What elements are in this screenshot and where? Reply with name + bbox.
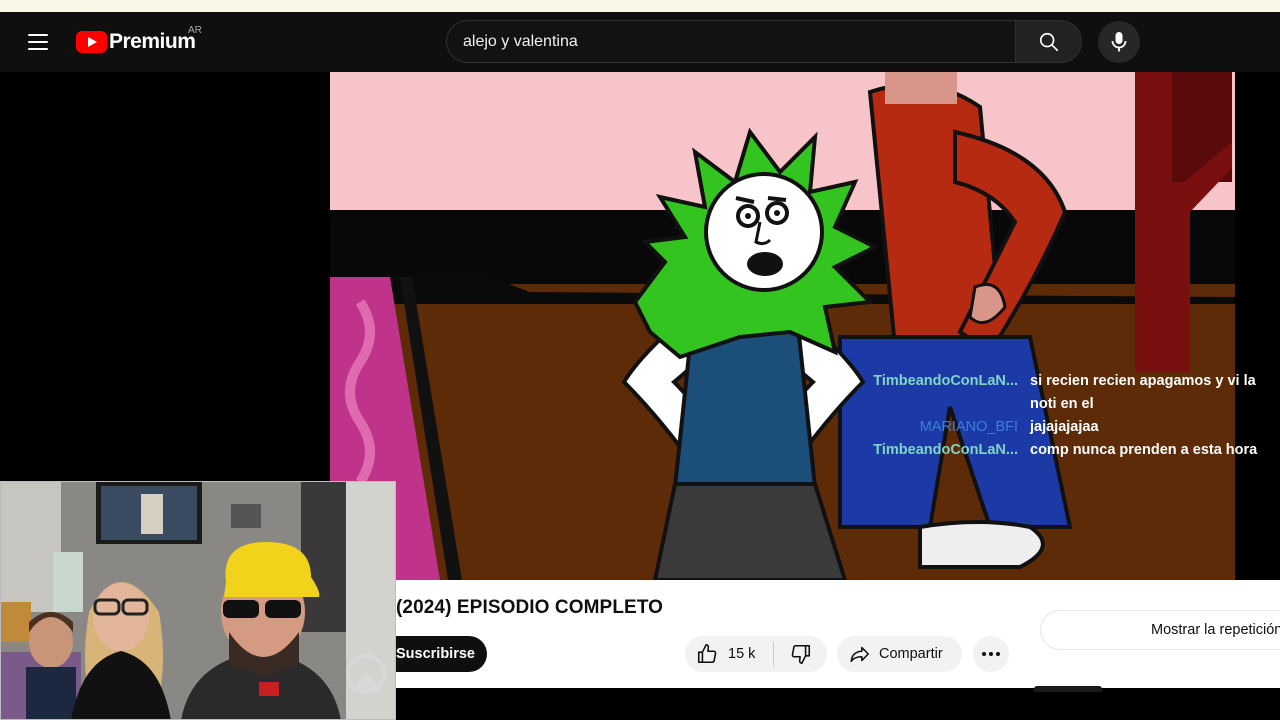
page-bottom-area	[396, 688, 1280, 720]
more-actions-button[interactable]	[973, 636, 1009, 672]
search-bar	[446, 20, 1082, 63]
bottom-tab-handle	[1034, 686, 1102, 692]
youtube-premium-logo[interactable]: Premium	[76, 30, 196, 54]
chat-message: TimbeandoConLaN... si recien recien apag…	[840, 370, 1270, 416]
live-chat-replay-overlay: TimbeandoConLaN... si recien recien apag…	[840, 370, 1270, 462]
chat-text: si recien recien apagamos y vi la noti e…	[1030, 373, 1256, 412]
chat-author: TimbeandoConLaN...	[873, 442, 1018, 458]
chat-message: TimbeandoConLaN... comp nunca prenden a …	[840, 439, 1270, 462]
chat-message: MARIANO_BFI jajajajajaa	[840, 416, 1270, 439]
chat-text: jajajajajaa	[1030, 419, 1099, 435]
search-button[interactable]	[1015, 20, 1082, 63]
share-label: Compartir	[879, 646, 943, 662]
like-button[interactable]: 15 k	[685, 636, 773, 672]
search-input[interactable]	[446, 20, 1015, 63]
more-horizontal-icon	[982, 652, 1000, 656]
thumbs-up-icon	[697, 644, 717, 664]
browser-top-strip	[0, 0, 1280, 12]
share-icon	[850, 646, 870, 663]
subscribe-button[interactable]: Suscribirse	[386, 636, 487, 672]
video-title: (2024) EPISODIO COMPLETO	[396, 597, 664, 618]
thumbs-down-icon	[791, 644, 810, 664]
chat-text: comp nunca prenden a esta hora	[1030, 442, 1258, 458]
menu-icon[interactable]	[22, 26, 54, 58]
player-side-bar	[1235, 72, 1280, 580]
video-details: (2024) EPISODIO COMPLETO Suscribirse 15 …	[386, 580, 1280, 688]
voice-search-button[interactable]	[1098, 21, 1140, 63]
chat-author: MARIANO_BFI	[919, 419, 1018, 435]
youtube-play-icon	[76, 31, 107, 53]
microphone-icon	[1111, 32, 1127, 52]
country-code: AR	[188, 25, 202, 36]
chat-author: TimbeandoConLaN...	[873, 373, 1018, 389]
webcam-overlay	[0, 481, 396, 720]
video-frame-cartoon	[330, 72, 1235, 580]
video-player[interactable]	[330, 72, 1235, 580]
logo-text: Premium	[109, 30, 196, 53]
dislike-button[interactable]	[774, 636, 827, 672]
like-count: 15 k	[728, 646, 756, 662]
webcam-scene	[1, 482, 395, 719]
search-icon	[1039, 32, 1058, 51]
masthead: Premium AR	[0, 12, 1280, 72]
like-dislike-group: 15 k	[685, 636, 827, 672]
share-button[interactable]: Compartir	[837, 636, 962, 672]
show-chat-replay-button[interactable]: Mostrar la repetición	[1040, 610, 1280, 650]
